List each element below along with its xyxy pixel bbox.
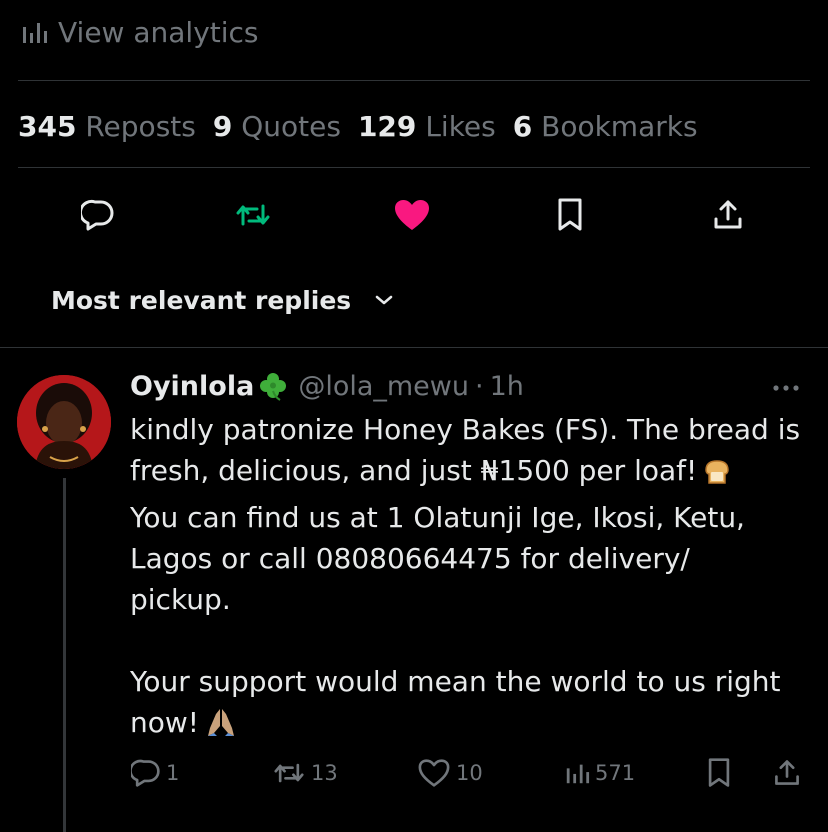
repost-button[interactable] [233,195,273,235]
user-handle[interactable]: @lola_mewu [298,371,469,402]
likes-count: 129 [357,109,417,143]
more-options-button[interactable] [766,378,806,398]
analytics-icon [566,764,590,784]
bookmark-button[interactable] [550,195,590,235]
quotes-label: Quotes [241,109,341,143]
share-button[interactable] [708,195,748,235]
reply-repost-button[interactable]: 13 [272,755,338,791]
bookmarks-stat[interactable]: 6 Bookmarks [513,110,698,143]
analytics-icon [20,19,48,45]
likes-label: Likes [425,109,496,143]
repost-icon [236,204,270,226]
reply-icon [131,759,160,787]
bookmark-icon [558,198,582,231]
divider [0,347,828,348]
bookmarks-count: 6 [512,109,533,143]
view-analytics-link[interactable]: View analytics [20,12,259,52]
more-icon [773,385,799,391]
heart-outline-icon [418,759,450,787]
separator-dot: · [475,370,484,402]
bread-emoji-icon [703,456,731,497]
replies-sort-label: Most relevant replies [51,285,352,315]
repost-icon [274,763,304,783]
reply-text: kindly patronize Honey Bakes (FS). The b… [130,409,820,749]
share-icon [714,200,742,229]
clover-icon [258,371,288,401]
repost-count: 13 [311,761,338,785]
reply-bookmark-button[interactable] [706,755,732,791]
reply-count: 1 [166,761,180,785]
reply-text-para1: kindly patronize Honey Bakes (FS). The b… [130,413,801,487]
share-icon [775,760,799,785]
avatar[interactable] [17,375,111,469]
like-icon [395,200,429,230]
divider [18,167,810,168]
like-count: 10 [456,761,483,785]
reply-like-button[interactable]: 10 [417,755,483,791]
reply-header: Oyinlola @lola_mewu · 1h [130,366,524,406]
praying-hands-emoji-icon [205,706,237,749]
chevron-down-icon [375,295,393,305]
likes-stat[interactable]: 129 Likes [358,110,496,143]
reply-share-button[interactable] [772,755,802,791]
reply-paragraph: kindly patronize Honey Bakes (FS). The b… [130,409,820,620]
thread-line [63,478,66,832]
views-count: 571 [595,761,636,785]
bookmarks-label: Bookmarks [541,109,698,143]
reply-reply-button[interactable]: 1 [131,755,179,791]
reposts-label: Reposts [85,109,196,143]
reply-paragraph: Your support would mean the world to us … [130,661,820,749]
reply-views-button[interactable]: 571 [564,755,635,791]
timestamp[interactable]: 1h [490,371,524,402]
reply-button[interactable] [78,195,118,235]
like-button[interactable] [392,195,432,235]
bookmark-icon [708,758,730,787]
view-analytics-label: View analytics [58,15,259,49]
reposts-stat[interactable]: 345 Reposts [18,110,196,143]
quotes-stat[interactable]: 9 Quotes [213,110,341,143]
display-name[interactable]: Oyinlola [130,371,254,402]
quotes-count: 9 [212,109,233,143]
reply-icon [81,199,114,231]
reply-text-para2-line2: pickup. [130,583,231,616]
reply-text-para2-line1: You can find us at 1 Olatunji Ige, Ikosi… [130,501,745,575]
replies-sort-dropdown[interactable]: Most relevant replies [51,280,393,320]
reposts-count: 345 [18,109,77,143]
divider [18,80,810,81]
post-stats: 345 Reposts 9 Quotes 129 Likes 6 Bookmar… [18,104,715,148]
